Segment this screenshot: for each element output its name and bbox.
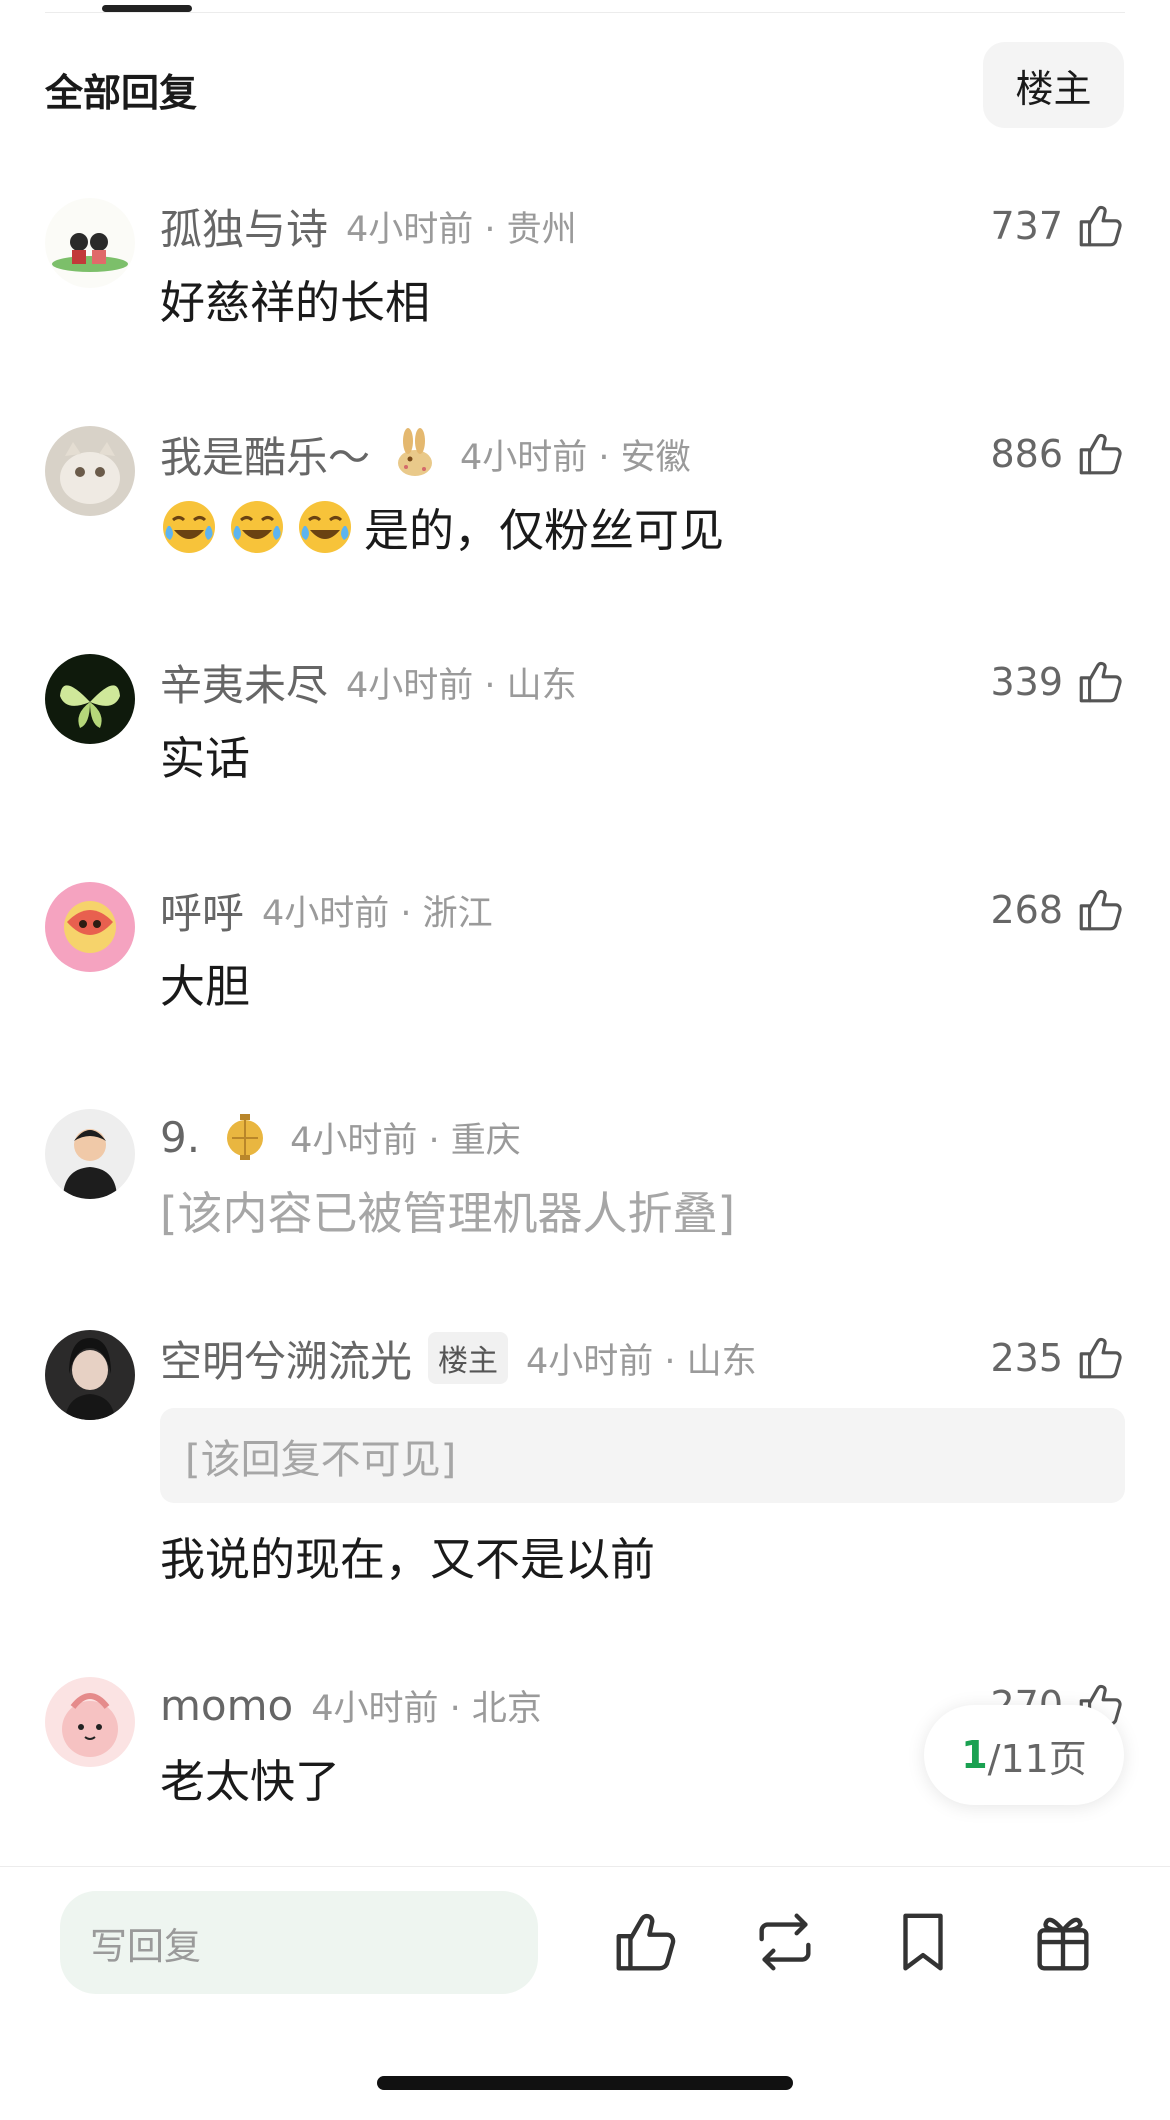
username[interactable]: 9. [160, 1113, 200, 1162]
like-count: 886 [990, 432, 1063, 476]
thumbs-up-icon [1079, 889, 1122, 931]
owner-tag: 楼主 [428, 1332, 509, 1384]
total-pages: /11页 [987, 1736, 1087, 1781]
time-location: 4小时前 · 山东 [526, 1341, 757, 1382]
username[interactable]: 呼呼 [160, 880, 244, 941]
comment-text: 我说的现在，又不是以前 [160, 1533, 656, 1586]
page-indicator[interactable]: 1 /11页 [924, 1705, 1124, 1805]
like-icon[interactable] [610, 1907, 680, 1977]
avatar[interactable] [45, 426, 135, 516]
avatar[interactable] [45, 882, 135, 972]
like-button[interactable]: 235 [990, 1328, 1125, 1388]
username[interactable]: momo [160, 1681, 293, 1730]
bookmark-icon[interactable] [888, 1907, 958, 1977]
comment-meta: 空明兮溯流光 楼主 4小时前 · 山东 [160, 1328, 757, 1388]
username[interactable]: 孤独与诗 [160, 196, 328, 257]
rabbit-badge-icon [398, 428, 433, 476]
active-tab-indicator [102, 5, 192, 12]
avatar[interactable] [45, 198, 135, 288]
comment-text: 实话 [160, 732, 251, 785]
comment-meta: 呼呼 4小时前 · 浙江 [160, 880, 493, 940]
thumbs-up-icon [1079, 205, 1122, 247]
like-count: 235 [990, 1336, 1063, 1380]
section-title: 全部回复 [45, 71, 198, 115]
username[interactable]: 辛夷未尽 [160, 652, 328, 713]
like-count: 339 [990, 660, 1063, 704]
time-location: 4小时前 · 北京 [311, 1688, 542, 1729]
comment-meta: 孤独与诗 4小时前 · 贵州 [160, 196, 577, 256]
time-location: 4小时前 · 山东 [346, 665, 577, 706]
time-location: 4小时前 · 重庆 [290, 1120, 521, 1161]
comment-meta: 辛夷未尽 4小时前 · 山东 [160, 652, 577, 712]
avatar[interactable] [45, 1109, 135, 1199]
like-button[interactable]: 339 [990, 652, 1125, 712]
gift-icon[interactable] [1028, 1907, 1098, 1977]
like-button[interactable]: 737 [990, 196, 1125, 256]
comment-meta: momo 4小时前 · 北京 [160, 1675, 542, 1735]
avatar[interactable] [45, 1677, 135, 1767]
tears-of-joy-emoji-icon [299, 500, 351, 553]
comment-text: 好慈祥的长相 [160, 276, 431, 329]
like-button[interactable]: 268 [990, 880, 1125, 940]
thumbs-up-icon [1079, 661, 1122, 703]
like-count: 268 [990, 888, 1063, 932]
like-button[interactable]: 886 [990, 424, 1125, 484]
avatar[interactable] [45, 1330, 135, 1420]
tab-divider [45, 12, 1125, 13]
time-location: 4小时前 · 贵州 [346, 209, 577, 250]
repost-icon[interactable] [750, 1907, 820, 1977]
reply-input[interactable]: 写回复 [60, 1891, 538, 1994]
tears-of-joy-emoji-icon [163, 500, 215, 553]
thumbs-up-icon [1079, 1337, 1122, 1379]
comment-meta: 我是酷乐～ 4小时前 · 安徽 [160, 424, 691, 484]
username[interactable]: 空明兮溯流光 [160, 1328, 412, 1389]
comment-text: 是的，仅粉丝可见 [160, 494, 724, 559]
comment-text-body: 是的，仅粉丝可见 [364, 504, 725, 557]
tears-of-joy-emoji-icon [231, 500, 283, 553]
username[interactable]: 我是酷乐～ [160, 424, 370, 485]
home-indicator [377, 2076, 793, 2090]
folded-comment-text[interactable]: [该内容已被管理机器人折叠] [160, 1177, 735, 1242]
lantern-badge-icon [227, 1114, 264, 1160]
comment-text: 大胆 [160, 960, 251, 1013]
comment-meta: 9. 4小时前 · 重庆 [160, 1107, 521, 1167]
thumbs-up-icon [1079, 433, 1122, 475]
comment-text: 老太快了 [160, 1755, 341, 1808]
owner-filter-button[interactable]: 楼主 [983, 42, 1124, 128]
quoted-reply[interactable]: [该回复不可见] [160, 1408, 1125, 1503]
current-page: 1 [961, 1733, 988, 1777]
like-count: 737 [990, 204, 1063, 248]
time-location: 4小时前 · 安徽 [460, 437, 691, 478]
avatar[interactable] [45, 654, 135, 744]
time-location: 4小时前 · 浙江 [262, 893, 493, 934]
